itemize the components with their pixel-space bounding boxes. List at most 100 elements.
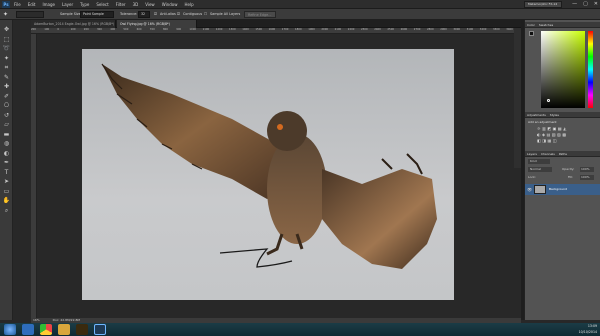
menu-edit[interactable]: Edit [28, 0, 36, 9]
contiguous-checkbox[interactable]: ☑ [177, 9, 180, 20]
color-field[interactable] [541, 31, 585, 108]
tab-owl-flying[interactable]: Owl Flying.jpg @ 16% (RGB/8*) [117, 20, 197, 28]
document-image[interactable] [82, 49, 454, 300]
refine-edge-button[interactable]: Refine Edge... [244, 11, 276, 18]
ruler-tick-label: 2200 [347, 28, 355, 31]
ruler-tick-label: 3300 [493, 28, 500, 31]
bridge-icon[interactable] [76, 324, 88, 335]
folder-icon[interactable] [58, 324, 70, 335]
tolerance-label: Tolerance: [120, 12, 138, 16]
eye-icon[interactable]: 👁 [527, 187, 532, 192]
ruler-tick-label: 0 [57, 28, 60, 31]
selection-mode-buttons[interactable] [16, 11, 44, 18]
brush-tool-icon[interactable]: ✐ [2, 93, 11, 101]
ruler-tick-label: 1300 [229, 28, 236, 31]
ruler-tick-label: 1100 [202, 28, 210, 31]
gradient-tool-icon[interactable]: ▬ [2, 131, 11, 139]
path-select-tool-icon[interactable]: ➤ [2, 178, 11, 186]
zoom-level[interactable]: 16% [33, 318, 40, 322]
shape-tool-icon[interactable]: ▭ [2, 188, 11, 196]
collapsed-panel-icons [514, 28, 521, 168]
lasso-tool-icon[interactable]: ➰ [2, 45, 11, 53]
tab-channels[interactable]: Channels [541, 151, 555, 156]
type-tool-icon[interactable]: T [2, 169, 11, 177]
color-picker-handle[interactable] [547, 99, 550, 102]
foreground-color-swatch[interactable] [529, 31, 534, 36]
layer-kind-filter[interactable]: Kind [528, 159, 550, 164]
menu-help[interactable]: Help [184, 0, 193, 9]
contiguous-label: Contiguous [183, 12, 203, 16]
layers-panel-tabs: Layers Channels Paths [525, 151, 600, 157]
menu-type[interactable]: Type [80, 0, 89, 9]
hand-tool-icon[interactable]: ✋ [2, 197, 11, 205]
ruler-tick-label: 1400 [242, 28, 249, 31]
maximize-button[interactable]: ▢ [583, 0, 588, 9]
tab-swatches[interactable]: Swatches [539, 22, 553, 27]
menu-bar: Ps File Edit Image Layer Type Select Fil… [0, 0, 600, 9]
sample-size-select[interactable]: Point Sample [80, 11, 114, 18]
anti-alias-checkbox[interactable]: ☑ [154, 9, 157, 20]
eyedropper-tool-icon[interactable]: ✎ [2, 74, 11, 82]
menu-filter[interactable]: Filter [116, 0, 126, 9]
dodge-tool-icon[interactable]: ◐ [2, 150, 11, 158]
menu-window[interactable]: Window [162, 0, 178, 9]
ruler-tick-label: 1200 [215, 28, 223, 31]
healing-tool-icon[interactable]: ✚ [2, 83, 11, 91]
menu-file[interactable]: File [14, 0, 21, 9]
layer-row-background[interactable]: 👁 Background [525, 184, 600, 195]
chrome-icon[interactable] [40, 324, 52, 335]
tab-styles[interactable]: Styles [550, 112, 559, 117]
ruler-tick-label: 200 [83, 28, 89, 31]
menu-view[interactable]: View [145, 0, 155, 9]
ruler-tick-label: 2600 [400, 28, 408, 31]
opacity-input[interactable]: 100% [580, 167, 594, 172]
marquee-tool-icon[interactable]: ⬚ [2, 36, 11, 44]
sample-all-layers-checkbox[interactable]: ☐ [204, 9, 207, 20]
menu-image[interactable]: Image [42, 0, 55, 9]
adjustment-icons[interactable]: ☼▥◩▣▦◭ ◐◈▤▧▨▩ ◧◨▦◫ [537, 126, 583, 144]
right-panels: Color Swatches Adjustments Styles Add an… [524, 20, 600, 320]
owl-body [267, 134, 327, 244]
minimize-button[interactable]: — [572, 0, 577, 9]
blend-mode-select[interactable]: Normal [528, 167, 552, 172]
magic-wand-icon[interactable]: ✦ [3, 9, 8, 20]
tolerance-input[interactable]: 32 [138, 11, 150, 18]
photoshop-task-icon[interactable] [94, 324, 106, 335]
clock-date[interactable]: 10/10/2014 [579, 329, 597, 335]
crop-tool-icon[interactable]: ⌗ [2, 64, 11, 72]
ruler-tick-label: 900 [176, 28, 182, 31]
tab-color[interactable]: Color [527, 22, 535, 27]
start-button-icon[interactable] [4, 324, 16, 335]
eraser-tool-icon[interactable]: ▱ [2, 121, 11, 129]
menu-layer[interactable]: Layer [62, 0, 73, 9]
tab-eagle-owl[interactable]: AdamBurton_2014 Eagle-Owl.jpg @ 16% (RGB… [31, 20, 116, 28]
doc-size: Doc: 22.8M/22.8M [52, 318, 80, 322]
blur-tool-icon[interactable]: ◍ [2, 140, 11, 148]
menu-select[interactable]: Select [96, 0, 108, 9]
close-button[interactable]: ✕ [594, 0, 598, 9]
history-brush-tool-icon[interactable]: ↺ [2, 112, 11, 120]
move-tool-icon[interactable]: ✥ [2, 26, 11, 34]
lock-label: Lock: [528, 175, 536, 179]
ruler-tick-label: 300 [97, 28, 102, 31]
tab-adjustments[interactable]: Adjustments [527, 112, 546, 117]
tab-layers[interactable]: Layers [527, 151, 537, 156]
window-controls: — ▢ ✕ [572, 0, 598, 9]
workspace-select[interactable]: Metamorphic FX-14 [524, 1, 562, 8]
quick-select-tool-icon[interactable]: ✦ [2, 55, 11, 63]
menu-3d[interactable]: 3D [133, 0, 139, 9]
ruler-tick-label: 2400 [374, 28, 381, 31]
ie-icon[interactable] [22, 324, 34, 335]
hue-slider[interactable] [588, 31, 593, 108]
ruler-tick-label: 2700 [413, 28, 421, 31]
tools-panel: ✥ ⬚ ➰ ✦ ⌗ ✎ ✚ ✐ ⎔ ↺ ▱ ▬ ◍ ◐ ✒ T ➤ ▭ ✋ ⌕ [0, 20, 13, 320]
photoshop-icon[interactable]: Ps [2, 1, 10, 8]
stamp-tool-icon[interactable]: ⎔ [2, 102, 11, 110]
ruler-tick-label: 800 [163, 28, 168, 31]
tab-paths[interactable]: Paths [559, 151, 567, 156]
zoom-tool-icon[interactable]: ⌕ [2, 207, 11, 215]
ruler-tick-label: 1600 [268, 28, 276, 31]
pen-tool-icon[interactable]: ✒ [2, 159, 11, 167]
owl-head [267, 111, 307, 151]
fill-input[interactable]: 100% [580, 175, 594, 180]
